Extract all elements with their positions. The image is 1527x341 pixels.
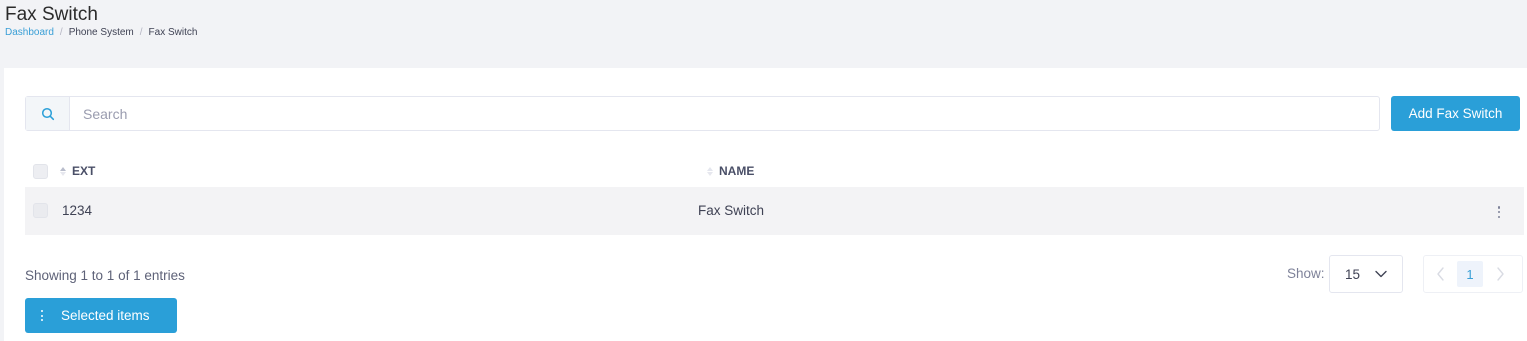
column-header-ext[interactable]: EXT [60,164,95,178]
breadcrumb-phone-system[interactable]: Phone System [69,27,134,38]
row-checkbox[interactable] [33,203,48,218]
sort-ascending-icon [60,166,67,176]
chevron-left-icon [1436,267,1444,281]
page-title: Fax Switch [5,4,98,25]
page-size-label: Show: [1287,266,1325,281]
select-all-checkbox[interactable] [33,164,48,179]
page-size-select[interactable]: 15 [1329,255,1403,293]
cell-name: Fax Switch [698,203,765,218]
breadcrumb-dashboard-link[interactable]: Dashboard [5,27,54,38]
page-header: Fax Switch Dashboard / Phone System / Fax Sw… [5,4,197,40]
breadcrumb-separator: / [139,27,143,38]
search-group [25,96,1380,131]
breadcrumb-separator: / [59,27,63,38]
breadcrumb-current: Fax Switch [148,27,198,38]
row-actions-menu-icon[interactable] [1492,204,1506,220]
search-icon[interactable] [26,97,70,130]
pagination: 1 [1423,255,1523,293]
entries-info: Showing 1 to 1 of 1 entries [25,268,185,283]
column-header-name[interactable]: NAME [707,164,754,178]
column-header-ext-label: EXT [72,164,96,178]
page-size-value: 15 [1345,266,1361,282]
fax-switch-table: EXT NAME 1234 Fax Switch [25,154,1524,235]
chevron-down-icon [1375,270,1387,278]
breadcrumb: Dashboard / Phone System / Fax Switch [5,26,197,40]
selected-items-label: Selected items [61,308,150,323]
table-row[interactable]: 1234 Fax Switch [25,187,1524,235]
chevron-right-icon [1496,267,1504,281]
selected-items-button[interactable]: Selected items [25,298,177,333]
table-header: EXT NAME [25,154,1524,187]
content-card: Add Fax Switch EXT NAME 1234 Fax Switch … [4,68,1527,341]
search-input[interactable] [70,97,1379,130]
column-header-name-label: NAME [719,164,755,178]
previous-page-button[interactable] [1424,256,1457,292]
next-page-button[interactable] [1483,256,1516,292]
sort-icon [707,166,714,176]
page-number-button[interactable]: 1 [1457,261,1483,287]
add-fax-switch-button[interactable]: Add Fax Switch [1391,96,1520,131]
cell-ext: 1234 [62,203,93,218]
vertical-dots-icon [41,310,43,321]
